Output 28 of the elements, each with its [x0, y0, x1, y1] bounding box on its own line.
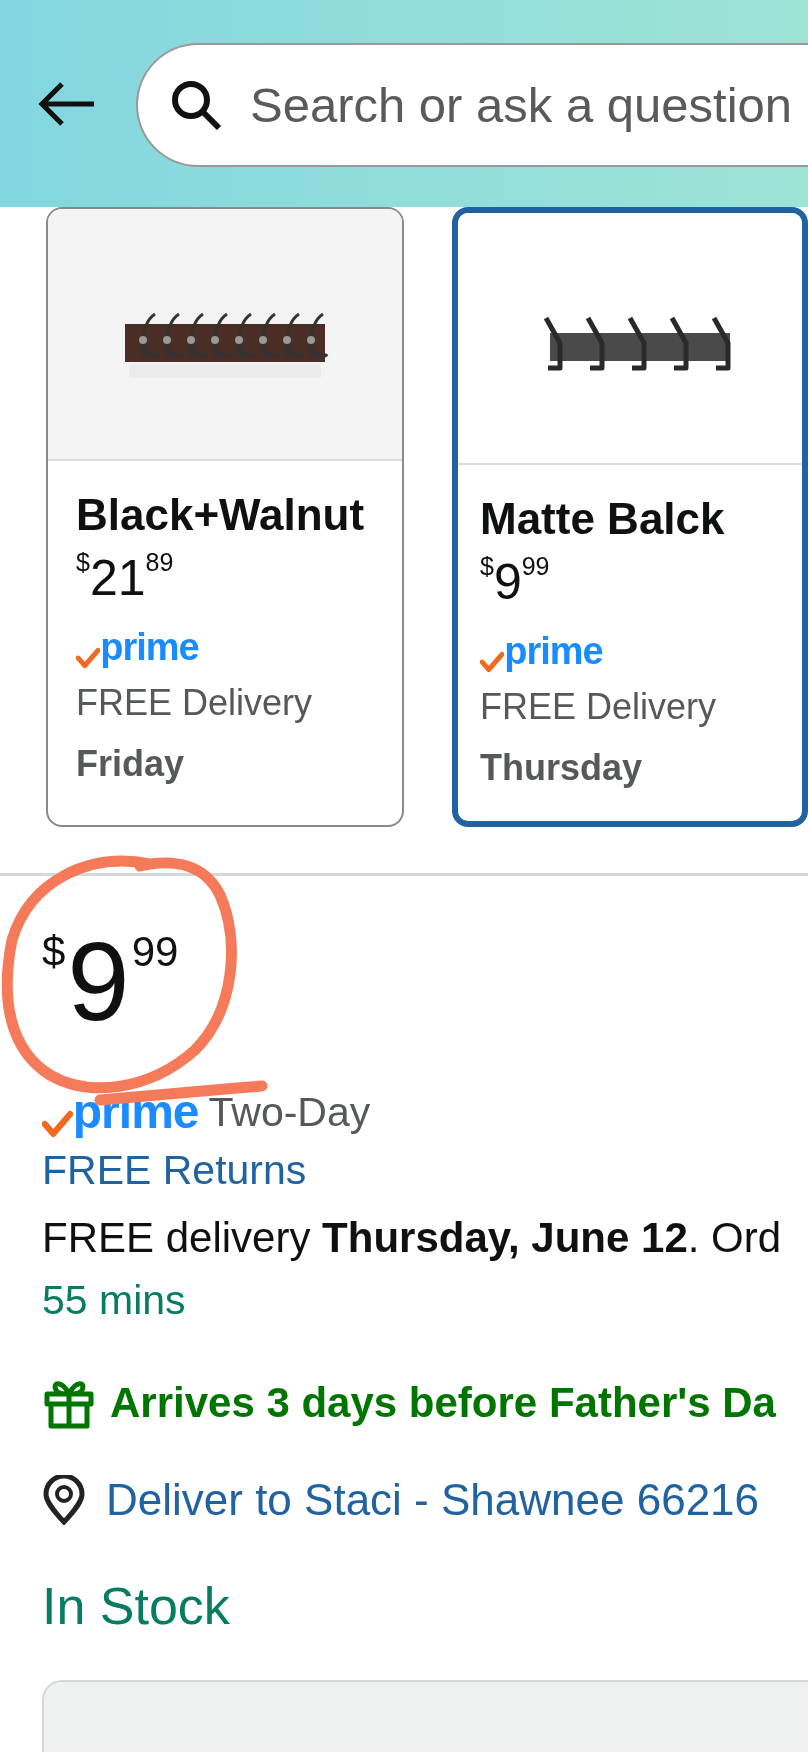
- gift-message: Arrives 3 days before Father's Da: [110, 1378, 776, 1428]
- location-pin-icon: [42, 1475, 86, 1525]
- variant-name: Matte Balck: [480, 493, 725, 545]
- delivery-day: Thursday: [480, 739, 643, 797]
- delivery-day: Friday: [76, 735, 185, 793]
- delivery-text: FREE delivery Thursday, June 12. Ord: [42, 1213, 782, 1263]
- order-countdown: 55 mins: [42, 1276, 186, 1325]
- prime-label: prime: [100, 625, 199, 669]
- price: $^{$}$9$^{99}$: [480, 551, 550, 612]
- variant-card[interactable]: Matte Balck $^{$}$9$^{99}$ prime FREE Delivery Thursday: [452, 207, 808, 827]
- shipping-speed: Two-Day: [208, 1088, 371, 1137]
- prime-label: prime: [72, 1086, 199, 1138]
- price: $^{$}$9$^{99}$: [42, 918, 179, 1046]
- price: $^{$}$21$^{89}$: [76, 547, 174, 608]
- prime-label: prime: [504, 629, 603, 673]
- returns-link[interactable]: FREE Returns: [42, 1138, 307, 1202]
- check-icon: [480, 651, 505, 673]
- stock-status: In Stock: [42, 1576, 230, 1637]
- deliver-to-link[interactable]: Deliver to Staci - Shawnee 66216: [106, 1474, 760, 1526]
- check-icon: [42, 1110, 73, 1138]
- search-field[interactable]: Search or ask a question: [136, 42, 808, 167]
- check-icon: [76, 647, 101, 669]
- variant-name: Black+Walnut: [76, 489, 365, 541]
- variant-card[interactable]: Black+Walnut $^{$}$21$^{89}$ prime FREE Delivery Friday: [46, 207, 404, 827]
- back-arrow-icon[interactable]: [38, 80, 96, 127]
- delivery-text: FREE Delivery: [480, 685, 717, 729]
- search-icon: [170, 78, 222, 131]
- delivery-text: FREE Delivery: [76, 681, 313, 725]
